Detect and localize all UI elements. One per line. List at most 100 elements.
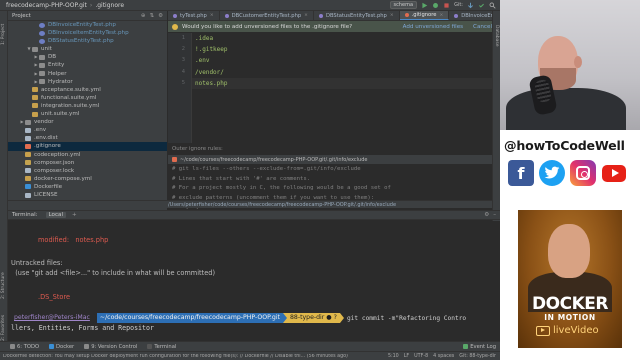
debug-icon[interactable] xyxy=(432,2,439,9)
terminal-output[interactable]: modified: notes.php Untracked files: (us… xyxy=(8,221,500,341)
tree-item[interactable]: .env.dist xyxy=(8,134,167,142)
line-separator[interactable]: LF xyxy=(404,354,409,359)
tree-item-label: LICENSE xyxy=(34,191,58,198)
cancel-link[interactable]: Cancel xyxy=(473,24,492,30)
close-tab-icon[interactable]: × xyxy=(210,13,214,18)
editor-tab[interactable]: .gitignore × xyxy=(399,11,450,20)
editor-tabs: tyTest.php × DBCustomerEntityTest.php × DBSt… xyxy=(168,11,500,21)
exclude-comment-line: # For a project mostly in C, the followi… xyxy=(172,185,391,191)
tree-item[interactable]: functional.suite.yml xyxy=(8,94,167,102)
docker-tool-button[interactable]: Docker xyxy=(49,344,74,350)
hide-icon[interactable]: – xyxy=(493,212,496,218)
file-breadcrumb[interactable]: .gitignore xyxy=(95,2,124,9)
project-tree: DBInvoiceEntityTest.php DBInvoiceItemEnti… xyxy=(8,21,167,199)
php-file-icon xyxy=(454,13,459,18)
add-unversioned-link[interactable]: Add unversioned files xyxy=(403,24,463,30)
editor-tab[interactable]: tyTest.php × xyxy=(168,11,220,20)
tab-label: tyTest.php xyxy=(180,12,207,19)
git-update-icon[interactable] xyxy=(467,2,474,9)
indent-setting[interactable]: 4 spaces xyxy=(433,354,454,359)
tree-item[interactable]: ▶ Hydrator xyxy=(8,78,167,86)
vcs-tool-button[interactable]: 9: Version Control xyxy=(84,344,137,350)
tree-item-label: DB xyxy=(48,54,57,61)
database-tool-label[interactable]: Database xyxy=(494,25,499,46)
stop-icon[interactable] xyxy=(443,2,450,9)
tab-label: .gitignore xyxy=(411,12,437,18)
caret-position[interactable]: 5:10 xyxy=(388,354,399,359)
terminal-hint-line: (use "git add <file>..." to include in w… xyxy=(11,269,216,277)
favorites-tool-label[interactable]: 2: Favorites xyxy=(1,315,6,341)
git-branch[interactable]: Git: 88-type-dir xyxy=(459,354,496,359)
tree-item[interactable]: .gitignore xyxy=(8,142,167,151)
tree-item[interactable]: Dockerfile xyxy=(8,183,167,191)
search-icon[interactable] xyxy=(489,2,496,9)
run-config-select[interactable]: schema xyxy=(389,1,418,9)
event-log-icon xyxy=(463,344,469,349)
tree-item[interactable]: DBInvoiceItemEntityTest.php xyxy=(8,29,167,37)
tree-item[interactable]: unit.suite.yml xyxy=(8,110,167,118)
tree-item-label: unit.suite.yml xyxy=(41,111,80,118)
status-right: 5:10 LF UTF-8 4 spaces Git: 88-type-dir xyxy=(388,354,500,359)
tree-item[interactable]: ▶ Entity xyxy=(8,61,167,69)
livevideo-logo: liveVideo xyxy=(536,325,599,336)
tree-item-label: .gitignore xyxy=(34,143,61,150)
project-panel-header: Project ⊕ ⇅ ⚙ xyxy=(8,11,167,21)
file-encoding[interactable]: UTF-8 xyxy=(414,354,428,359)
tree-item[interactable]: composer.lock xyxy=(8,167,167,175)
tree-item[interactable]: LICENSE xyxy=(8,191,167,199)
tree-item-label: unit xyxy=(41,46,52,53)
ide-window: freecodecamp-PHP-OOP.git › .gitignore sc… xyxy=(0,0,500,360)
editor-tab[interactable]: DBCustomerEntityTest.php × xyxy=(220,11,314,20)
close-tab-icon[interactable]: × xyxy=(390,13,394,18)
tree-item[interactable]: integration.suite.yml xyxy=(8,102,167,110)
facebook-icon: f xyxy=(508,160,534,186)
event-log-button[interactable]: Event Log xyxy=(463,344,500,350)
tree-item-label: docker-compose.yml xyxy=(34,175,92,182)
outer-ignore-path[interactable]: ~/code/courses/freecodecamp/freecodecamp… xyxy=(180,157,367,163)
cover-title: DOCKER xyxy=(532,294,608,314)
php-file-icon xyxy=(39,38,45,44)
tree-item[interactable]: codeception.yml xyxy=(8,151,167,159)
locate-icon[interactable]: ⊕ xyxy=(141,13,146,19)
project-panel-title[interactable]: Project xyxy=(12,13,31,19)
gear-icon[interactable]: ⚙ xyxy=(158,13,163,19)
terminal-label: Terminal xyxy=(154,343,177,350)
file-file-icon xyxy=(25,127,31,133)
youtube-icon xyxy=(601,160,627,186)
tree-item[interactable]: ▶ Helper xyxy=(8,70,167,78)
add-terminal-icon[interactable]: + xyxy=(72,212,77,218)
todo-tool-button[interactable]: 6: TODO xyxy=(10,344,39,350)
tree-item-label: Hydrator xyxy=(48,78,73,85)
project-breadcrumb[interactable]: freecodecamp-PHP-OOP.git xyxy=(6,2,87,9)
tree-item[interactable]: DBInvoiceEntityTest.php xyxy=(8,21,167,29)
status-message[interactable]: Dockerfile detection: You may setup Dock… xyxy=(0,354,388,359)
tree-item[interactable]: DBStatusEntityTest.php xyxy=(8,37,167,45)
tree-item[interactable]: ▼ unit xyxy=(8,45,167,53)
close-tab-icon[interactable]: × xyxy=(304,13,308,18)
tree-item-label: composer.json xyxy=(34,159,75,166)
tree-item[interactable]: ▶ DB xyxy=(8,53,167,61)
tree-item-label: DBStatusEntityTest.php xyxy=(48,38,114,45)
php-file-icon xyxy=(39,22,45,28)
tree-item-label: Entity xyxy=(48,62,65,69)
gear-icon[interactable]: ⚙ xyxy=(484,212,489,218)
tree-item[interactable]: composer.json xyxy=(8,159,167,167)
instagram-icon xyxy=(570,160,596,186)
run-icon[interactable] xyxy=(421,2,428,9)
tree-item[interactable]: ▶ vendor xyxy=(8,118,167,126)
tree-item[interactable]: docker-compose.yml xyxy=(8,175,167,183)
editor-tab[interactable]: DBStatusEntityTest.php × xyxy=(314,11,400,20)
tree-item-label: integration.suite.yml xyxy=(41,102,100,109)
structure-tool-label[interactable]: 2: Structure xyxy=(1,272,6,299)
social-icons: f xyxy=(508,160,627,186)
shell-prompt: peterfisher@Peters-iMac ~/code/courses/f… xyxy=(11,313,466,323)
tree-item[interactable]: acceptance.suite.yml xyxy=(8,86,167,94)
terminal-tab-local[interactable]: Local xyxy=(45,212,67,218)
code-editor[interactable]: 1 2 3 4 5 .idea !.gitkeep .env/vendor/notes.ph… xyxy=(168,33,500,143)
close-tab-icon[interactable]: × xyxy=(439,13,443,18)
terminal-tool-button[interactable]: Terminal xyxy=(147,344,176,350)
git-commit-icon[interactable] xyxy=(478,2,485,9)
tree-item[interactable]: .env xyxy=(8,126,167,134)
collapse-icon[interactable]: ⇅ xyxy=(149,13,154,19)
project-tool-label[interactable]: 1: Project xyxy=(1,24,6,45)
